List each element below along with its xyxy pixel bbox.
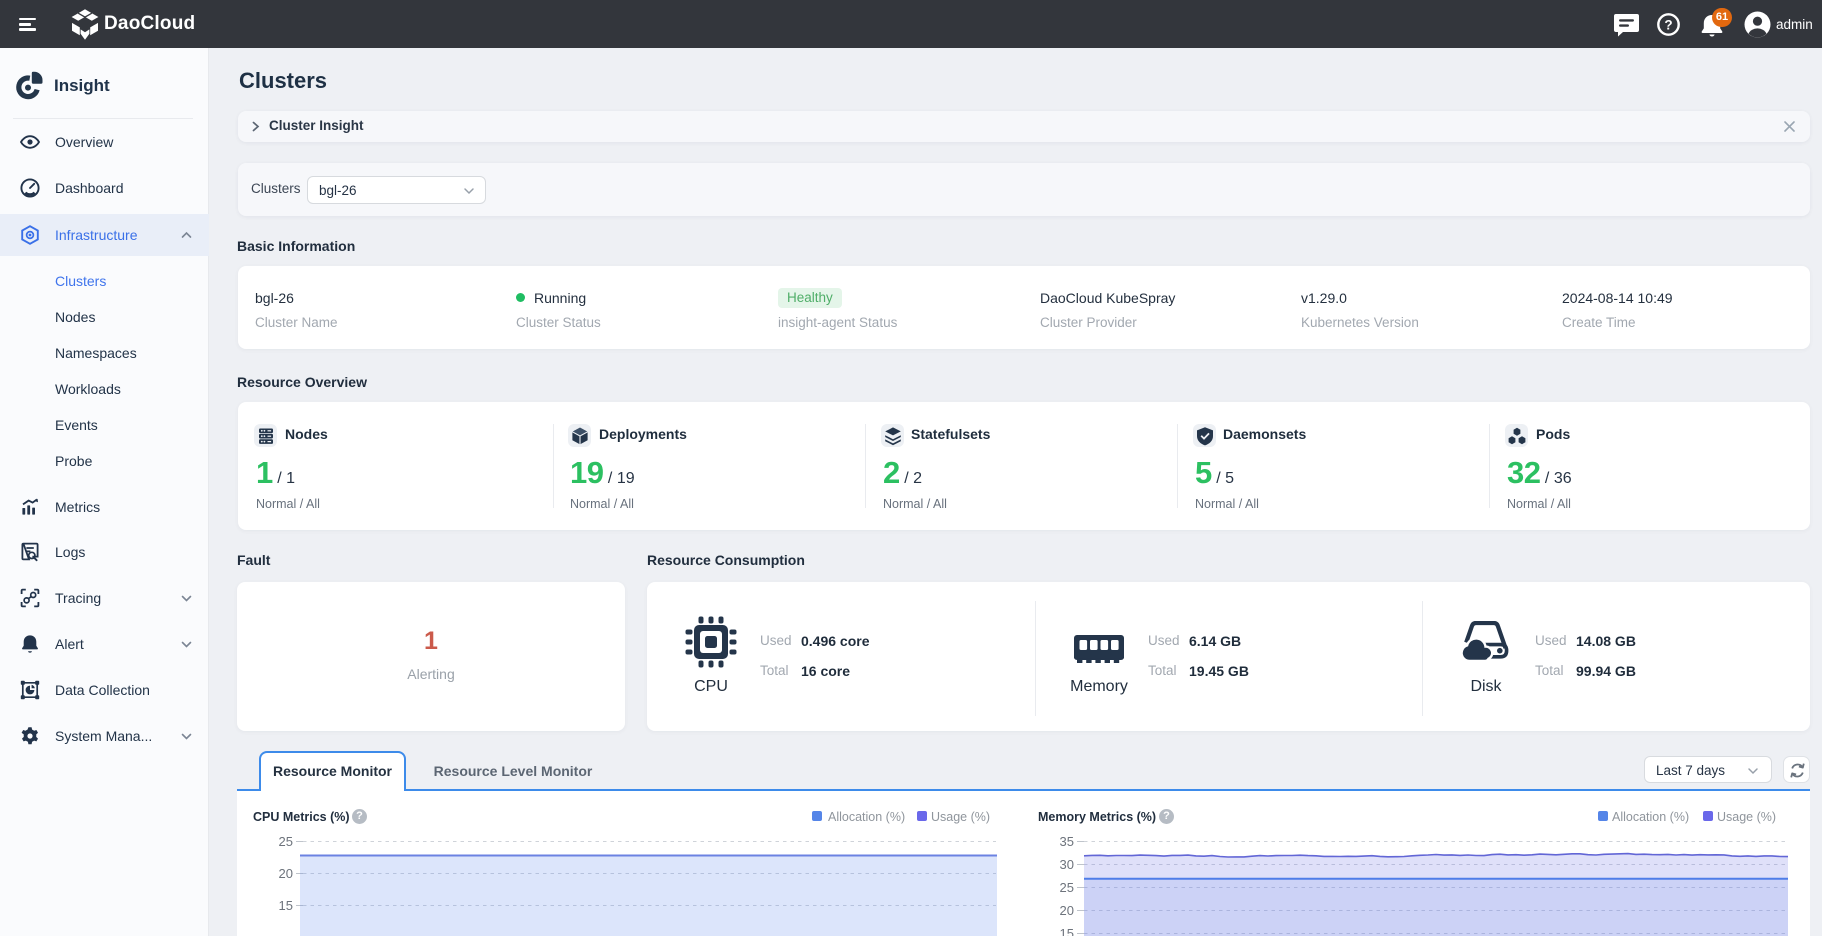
svg-text:25: 25 xyxy=(279,834,293,849)
svg-text:?: ? xyxy=(1664,17,1672,32)
svg-text:35: 35 xyxy=(1060,834,1074,849)
svg-text:15: 15 xyxy=(279,898,293,913)
svg-text:20: 20 xyxy=(1060,903,1074,918)
svg-text:20: 20 xyxy=(279,866,293,881)
svg-text:30: 30 xyxy=(1060,857,1074,872)
svg-text:25: 25 xyxy=(1060,880,1074,895)
svg-text:15: 15 xyxy=(1060,926,1074,936)
